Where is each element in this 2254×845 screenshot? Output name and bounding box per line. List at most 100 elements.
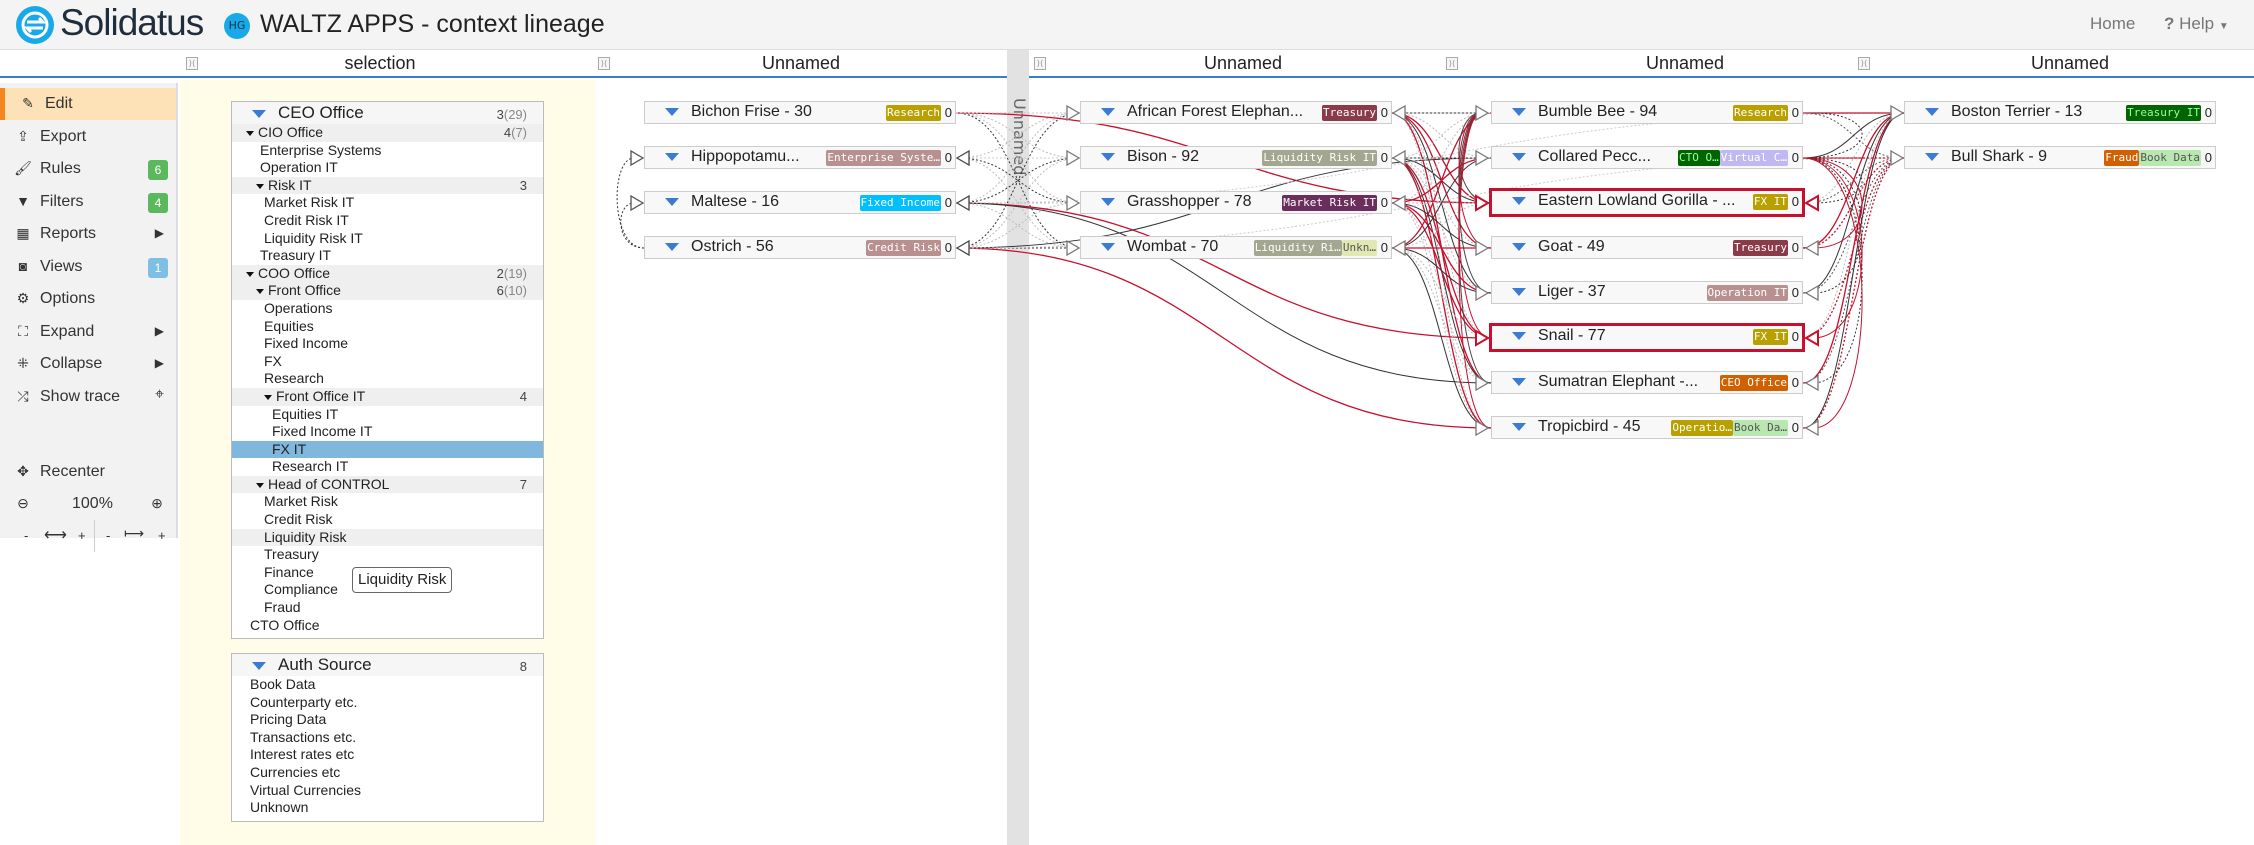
lineage-node[interactable]: Boston Terrier - 13 Treasury IT 0: [1904, 101, 2216, 124]
caret-down-icon[interactable]: [1512, 107, 1526, 116]
node-name: Maltese - 16: [691, 193, 780, 210]
tag-badge: Market Risk IT: [1282, 195, 1377, 211]
arrowhead-icon: [955, 239, 970, 257]
lineage-node[interactable]: African Forest Elephan... Treasury 0: [1080, 101, 1392, 124]
node-name: African Forest Elephan...: [1127, 103, 1304, 120]
node-name: Goat - 49: [1538, 238, 1605, 255]
caret-down-icon[interactable]: [1512, 242, 1526, 251]
node-count: 0: [1791, 285, 1799, 300]
node-count: 0: [1791, 240, 1799, 255]
arrowhead-icon: [1804, 419, 1819, 437]
caret-down-icon[interactable]: [1101, 107, 1115, 116]
lineage-edge: [1391, 112, 1492, 249]
lineage-node[interactable]: Hippopotamu... Enterprise Syste… 0: [644, 146, 956, 169]
arrowhead-icon: [1066, 239, 1081, 257]
lineage-edge: [955, 202, 1492, 339]
tag-badge: FX IT: [1752, 194, 1788, 210]
caret-down-icon[interactable]: [1512, 422, 1526, 431]
lineage-node[interactable]: Wombat - 70 Liquidity Ri… Unkn… 0: [1080, 236, 1392, 259]
caret-down-icon[interactable]: [1925, 107, 1939, 116]
lineage-node[interactable]: Eastern Lowland Gorilla - ... FX IT 0: [1489, 188, 1805, 217]
node-count: 0: [1791, 105, 1799, 120]
node-count: 0: [1791, 194, 1799, 209]
node-count: 0: [1380, 105, 1388, 120]
node-name: Tropicbird - 45: [1538, 418, 1641, 435]
lineage-edge: [955, 112, 1081, 159]
arrowhead-icon: [630, 194, 645, 212]
tag-badge: Treasury: [1322, 105, 1377, 121]
node-name: Bichon Frise - 30: [691, 103, 812, 120]
arrowhead-icon: [1804, 329, 1819, 347]
node-name: Snail - 77: [1538, 327, 1606, 344]
arrowhead-icon: [1475, 194, 1490, 212]
arrowhead-icon: [1804, 284, 1819, 302]
tag-badge: Fixed Income: [859, 195, 941, 211]
arrowhead-icon: [1066, 194, 1081, 212]
node-count: 0: [1791, 375, 1799, 390]
lineage-node[interactable]: Grasshopper - 78 Market Risk IT 0: [1080, 191, 1392, 214]
node-count: 0: [944, 240, 952, 255]
node-count: 0: [944, 150, 952, 165]
caret-down-icon[interactable]: [1101, 197, 1115, 206]
caret-down-icon[interactable]: [1512, 377, 1526, 386]
arrowhead-icon: [1391, 239, 1406, 257]
lineage-node[interactable]: Bull Shark - 9 Fraud Book Data 0: [1904, 146, 2216, 169]
node-name: Bull Shark - 9: [1951, 148, 2048, 165]
caret-down-icon[interactable]: [1512, 196, 1526, 205]
caret-down-icon[interactable]: [1101, 242, 1115, 251]
tag-badge: Treasury: [1733, 240, 1788, 256]
lineage-node[interactable]: Sumatran Elephant -... CEO Office 0: [1491, 371, 1803, 394]
arrowhead-icon: [955, 149, 970, 167]
lineage-edge: [955, 112, 1081, 249]
node-name: Collared Pecc...: [1538, 148, 1651, 165]
caret-down-icon[interactable]: [1101, 152, 1115, 161]
lineage-edge: [955, 202, 1081, 249]
tag-badge: Credit Risk: [866, 240, 941, 256]
arrowhead-icon: [1804, 239, 1819, 257]
node-name: Bumble Bee - 94: [1538, 103, 1658, 120]
node-name: Grasshopper - 78: [1127, 193, 1252, 210]
caret-down-icon[interactable]: [665, 152, 679, 161]
lineage-node[interactable]: Snail - 77 FX IT 0: [1489, 323, 1805, 352]
lineage-edge: [955, 247, 1492, 429]
lineage-node[interactable]: Bison - 92 Liquidity Risk IT 0: [1080, 146, 1392, 169]
arrowhead-icon: [630, 149, 645, 167]
tag-badge: Operation IT: [1706, 285, 1788, 301]
tag-badge: Operatio…: [1671, 420, 1734, 436]
lineage-node[interactable]: Maltese - 16 Fixed Income 0: [644, 191, 956, 214]
lineage-node[interactable]: Bichon Frise - 30 Research 0: [644, 101, 956, 124]
arrowhead-icon: [1391, 104, 1406, 122]
node-count: 0: [2204, 105, 2212, 120]
node-count: 0: [1380, 150, 1388, 165]
tag-badge: Research: [886, 105, 941, 121]
node-name: Boston Terrier - 13: [1951, 103, 2083, 120]
caret-down-icon[interactable]: [665, 107, 679, 116]
caret-down-icon[interactable]: [665, 197, 679, 206]
arrowhead-icon: [1804, 374, 1819, 392]
node-count: 0: [944, 195, 952, 210]
caret-down-icon[interactable]: [1512, 331, 1526, 340]
caret-down-icon[interactable]: [1925, 152, 1939, 161]
node-count: 0: [1380, 195, 1388, 210]
lineage-node[interactable]: Liger - 37 Operation IT 0: [1491, 281, 1803, 304]
lineage-node[interactable]: Ostrich - 56 Credit Risk 0: [644, 236, 956, 259]
caret-down-icon[interactable]: [665, 242, 679, 251]
node-name: Sumatran Elephant -...: [1538, 373, 1699, 390]
node-name: Bison - 92: [1127, 148, 1200, 165]
node-name: Liger - 37: [1538, 283, 1606, 300]
lineage-node[interactable]: Goat - 49 Treasury 0: [1491, 236, 1803, 259]
arrowhead-icon: [1475, 284, 1490, 302]
lineage-node[interactable]: Collared Pecc... CTO O… Virtual C… 0: [1491, 146, 1803, 169]
caret-down-icon[interactable]: [1512, 152, 1526, 161]
caret-down-icon[interactable]: [1512, 287, 1526, 296]
arrowhead-icon: [1475, 104, 1490, 122]
tag-badge: CEO Office: [1719, 375, 1788, 391]
lineage-node[interactable]: Tropicbird - 45 Operatio… Book Da… 0: [1491, 416, 1803, 439]
arrowhead-icon: [1475, 149, 1490, 167]
arrowhead-icon: [1066, 104, 1081, 122]
arrowhead-icon: [1804, 194, 1819, 212]
node-count: 0: [944, 105, 952, 120]
node-count: 0: [1791, 150, 1799, 165]
node-name: Wombat - 70: [1127, 238, 1219, 255]
lineage-node[interactable]: Bumble Bee - 94 Research 0: [1491, 101, 1803, 124]
